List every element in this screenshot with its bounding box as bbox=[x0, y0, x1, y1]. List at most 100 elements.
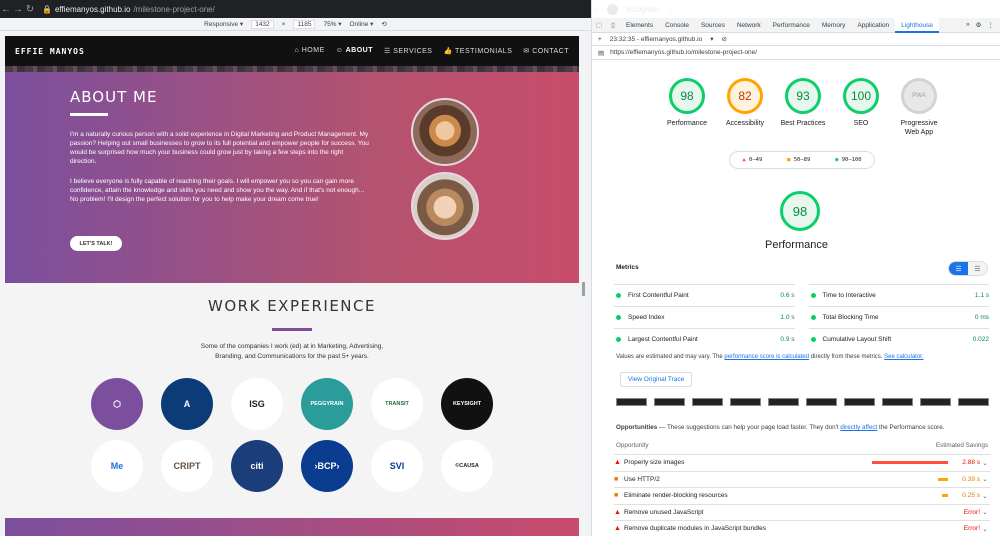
lets-talk-button[interactable]: LET'S TALK! bbox=[70, 236, 122, 251]
score-performance[interactable]: 98 Performance bbox=[664, 78, 710, 137]
nav-testimonials[interactable]: 👍 TESTIMONIALS bbox=[443, 47, 512, 55]
legend-fail: ▲ 0–49 bbox=[742, 157, 762, 163]
opportunity-row[interactable]: ■ Eliminate render-blocking resources 0.25… bbox=[614, 487, 990, 504]
nav-home[interactable]: ⌂ HOME bbox=[295, 47, 325, 55]
opportunity-row[interactable]: ■ Use HTTP/2 0.39 s ⌄ bbox=[614, 470, 990, 488]
nav-contact[interactable]: ✉ CONTACT bbox=[523, 47, 569, 55]
nav-about[interactable]: ☺ ABOUT bbox=[336, 47, 373, 55]
tab-application[interactable]: Application bbox=[851, 18, 895, 33]
chevron-down-icon[interactable]: ⌄ bbox=[980, 459, 990, 467]
settings-icon[interactable]: ⚙ bbox=[976, 21, 982, 29]
nav-services[interactable]: ☰ SERVICES bbox=[384, 47, 433, 55]
company-logo[interactable]: ⬡ bbox=[91, 378, 143, 430]
device-icon[interactable]: ▯ bbox=[606, 21, 620, 29]
chevron-down-icon[interactable]: ⌄ bbox=[980, 492, 990, 500]
about-paragraph-2: I believe everyone is fully capable of r… bbox=[70, 178, 365, 203]
company-logo[interactable]: citi bbox=[231, 440, 283, 492]
opportunity-row[interactable]: ▲ Properly size images 2.88 s ⌄ bbox=[614, 454, 990, 471]
dropdown-icon[interactable]: ▾ bbox=[710, 35, 713, 43]
opportunities-text-a: — These suggestions can help your page l… bbox=[657, 424, 841, 431]
reload-icon[interactable]: ↻ bbox=[24, 4, 36, 15]
company-logo[interactable]: ©CAUSA bbox=[441, 440, 493, 492]
star-icon[interactable]: ☆ bbox=[592, 5, 599, 14]
average-square-icon: ■ bbox=[614, 475, 619, 483]
menu-icon[interactable]: ⋮ bbox=[667, 5, 675, 14]
resize-handle[interactable] bbox=[582, 282, 585, 296]
metric-row: Cumulative Layout Shift 0.022 bbox=[808, 328, 989, 350]
company-logo[interactable]: KEYSIGHT bbox=[441, 378, 493, 430]
tab-console[interactable]: Console bbox=[659, 18, 695, 33]
tab-sources[interactable]: Sources bbox=[695, 18, 731, 33]
view-trace-button[interactable]: View Original Trace bbox=[620, 372, 693, 387]
incognito-icon[interactable] bbox=[607, 3, 619, 15]
compact-view-icon[interactable]: ☰ bbox=[949, 262, 968, 275]
more-icon[interactable]: ⋮ bbox=[988, 21, 995, 29]
company-logo[interactable]: A bbox=[161, 378, 213, 430]
company-logo[interactable]: PEGGYRAIN bbox=[301, 378, 353, 430]
more-tabs-icon[interactable]: » bbox=[966, 21, 970, 29]
chevron-down-icon[interactable]: ⌄ bbox=[980, 525, 990, 533]
rotate-icon[interactable]: ⟲ bbox=[381, 20, 386, 28]
metric-row: Speed Index 1.0 s bbox=[614, 306, 795, 328]
device-select[interactable]: Responsive ▾ bbox=[204, 20, 243, 28]
tab-elements[interactable]: Elements bbox=[620, 18, 659, 33]
score-calc-link[interactable]: performance score is calculated bbox=[724, 354, 809, 360]
metric-name: Largest Contentful Paint bbox=[628, 336, 698, 343]
address-bar[interactable]: 🔒 effiemanyos.github.io/milestone-projec… bbox=[42, 5, 215, 14]
filmstrip-frame bbox=[654, 398, 685, 406]
forward-icon[interactable]: → bbox=[12, 4, 24, 15]
company-logo[interactable]: SVI bbox=[371, 440, 423, 492]
score-gauge-ring: PWA bbox=[901, 78, 937, 114]
back-icon[interactable]: ← bbox=[0, 4, 12, 15]
height-input[interactable]: 1185 bbox=[293, 19, 316, 29]
metric-name: First Contentful Paint bbox=[628, 292, 689, 299]
opportunity-row[interactable]: ▲ Remove unused JavaScript Error! ⌄ bbox=[614, 503, 990, 521]
metrics-grid: First Contentful Paint 0.6 s Time to Inter… bbox=[614, 284, 989, 350]
chevron-down-icon[interactable]: ⌄ bbox=[980, 508, 990, 516]
chevron-down-icon[interactable]: ⌄ bbox=[980, 475, 990, 483]
site-logo[interactable]: EFFIE MANYOS bbox=[15, 47, 85, 56]
title-underline bbox=[70, 113, 108, 116]
report-url[interactable]: https://effiemanyos.github.io/milestone-… bbox=[610, 49, 757, 56]
about-paragraph-1: I'm a naturally curious person with a so… bbox=[70, 131, 369, 165]
filmstrip-frame bbox=[730, 398, 761, 406]
company-logo[interactable]: Me bbox=[91, 440, 143, 492]
tab-memory[interactable]: Memory bbox=[816, 18, 851, 33]
score-progressive-web-app[interactable]: PWA Progressive Web App bbox=[896, 78, 942, 137]
score-accessibility[interactable]: 82 Accessibility bbox=[722, 78, 768, 137]
width-input[interactable]: 1432 bbox=[251, 19, 274, 29]
legend-fail-label: 0–49 bbox=[749, 157, 763, 163]
company-logo[interactable]: CRIPT bbox=[161, 440, 213, 492]
tab-lighthouse[interactable]: Lighthouse bbox=[895, 17, 939, 33]
score-best-practices[interactable]: 93 Best Practices bbox=[780, 78, 826, 137]
report-select[interactable]: 23:32:35 - effiemanyos.github.io bbox=[610, 36, 702, 43]
calculator-link[interactable]: See calculator. bbox=[884, 354, 923, 360]
opportunity-name: Remove duplicate modules in JavaScript b… bbox=[624, 525, 766, 533]
url-host: effiemanyos.github.io bbox=[54, 4, 131, 14]
tab-performance[interactable]: Performance bbox=[767, 18, 816, 33]
metric-row: Largest Contentful Paint 0.9 s bbox=[614, 328, 795, 350]
company-logo[interactable]: ISG bbox=[231, 378, 283, 430]
company-logo[interactable]: ›BCP› bbox=[301, 440, 353, 492]
zoom-select[interactable]: 75% ▾ bbox=[323, 20, 341, 28]
directly-affect-link[interactable]: directly affect bbox=[840, 424, 877, 431]
note-text-a: Values are estimated and may vary. The bbox=[616, 354, 725, 360]
opportunity-row[interactable]: ▲ Remove duplicate modules in JavaScript … bbox=[614, 520, 990, 537]
company-logos: ⬡ A ISG PEGGYRAIN TRANSIT KEYSIGHT Me CRIPT citi… bbox=[91, 378, 493, 492]
metric-name: Cumulative Layout Shift bbox=[822, 336, 892, 343]
pass-dot-icon bbox=[810, 315, 816, 320]
inspect-icon[interactable]: ⬚ bbox=[592, 21, 606, 29]
network-select[interactable]: Online ▾ bbox=[350, 20, 374, 28]
clear-icon[interactable]: ⊘ bbox=[721, 35, 726, 43]
tab-network[interactable]: Network bbox=[731, 18, 767, 33]
opportunities-title: Opportunities bbox=[616, 424, 658, 431]
company-logo[interactable]: TRANSIT bbox=[371, 378, 423, 430]
metrics-heading: Metrics bbox=[616, 264, 639, 271]
add-icon[interactable]: + bbox=[598, 36, 602, 43]
fail-triangle-icon: ▲ bbox=[614, 508, 621, 516]
metrics-view-toggle[interactable]: ☰ ☰ bbox=[948, 261, 988, 276]
profile-label[interactable]: Incognito bbox=[626, 5, 658, 14]
expanded-view-icon[interactable]: ☰ bbox=[968, 262, 987, 275]
filmstrip-frame bbox=[958, 398, 989, 406]
score-seo[interactable]: 100 SEO bbox=[838, 78, 884, 137]
